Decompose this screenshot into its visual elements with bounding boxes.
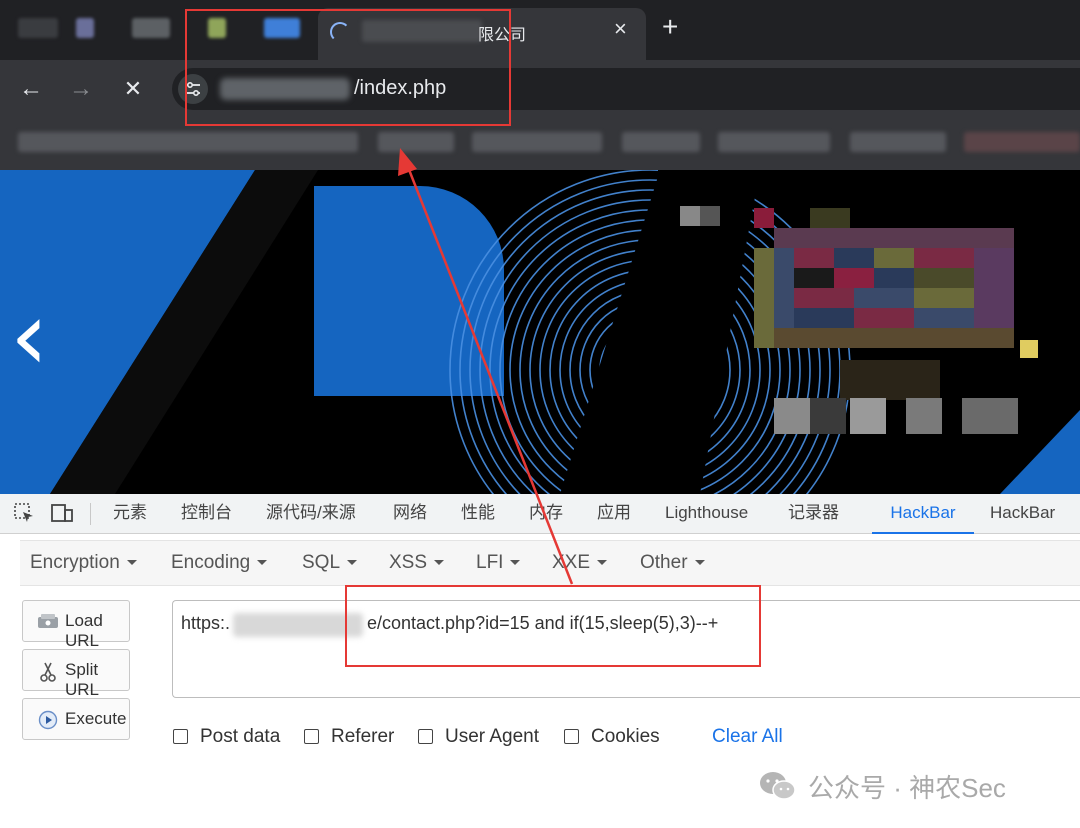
- watermark-text: 公众号 · 神农Sec: [808, 773, 1006, 803]
- annotation-arrow: [398, 148, 574, 585]
- wechat-icon: [760, 772, 796, 800]
